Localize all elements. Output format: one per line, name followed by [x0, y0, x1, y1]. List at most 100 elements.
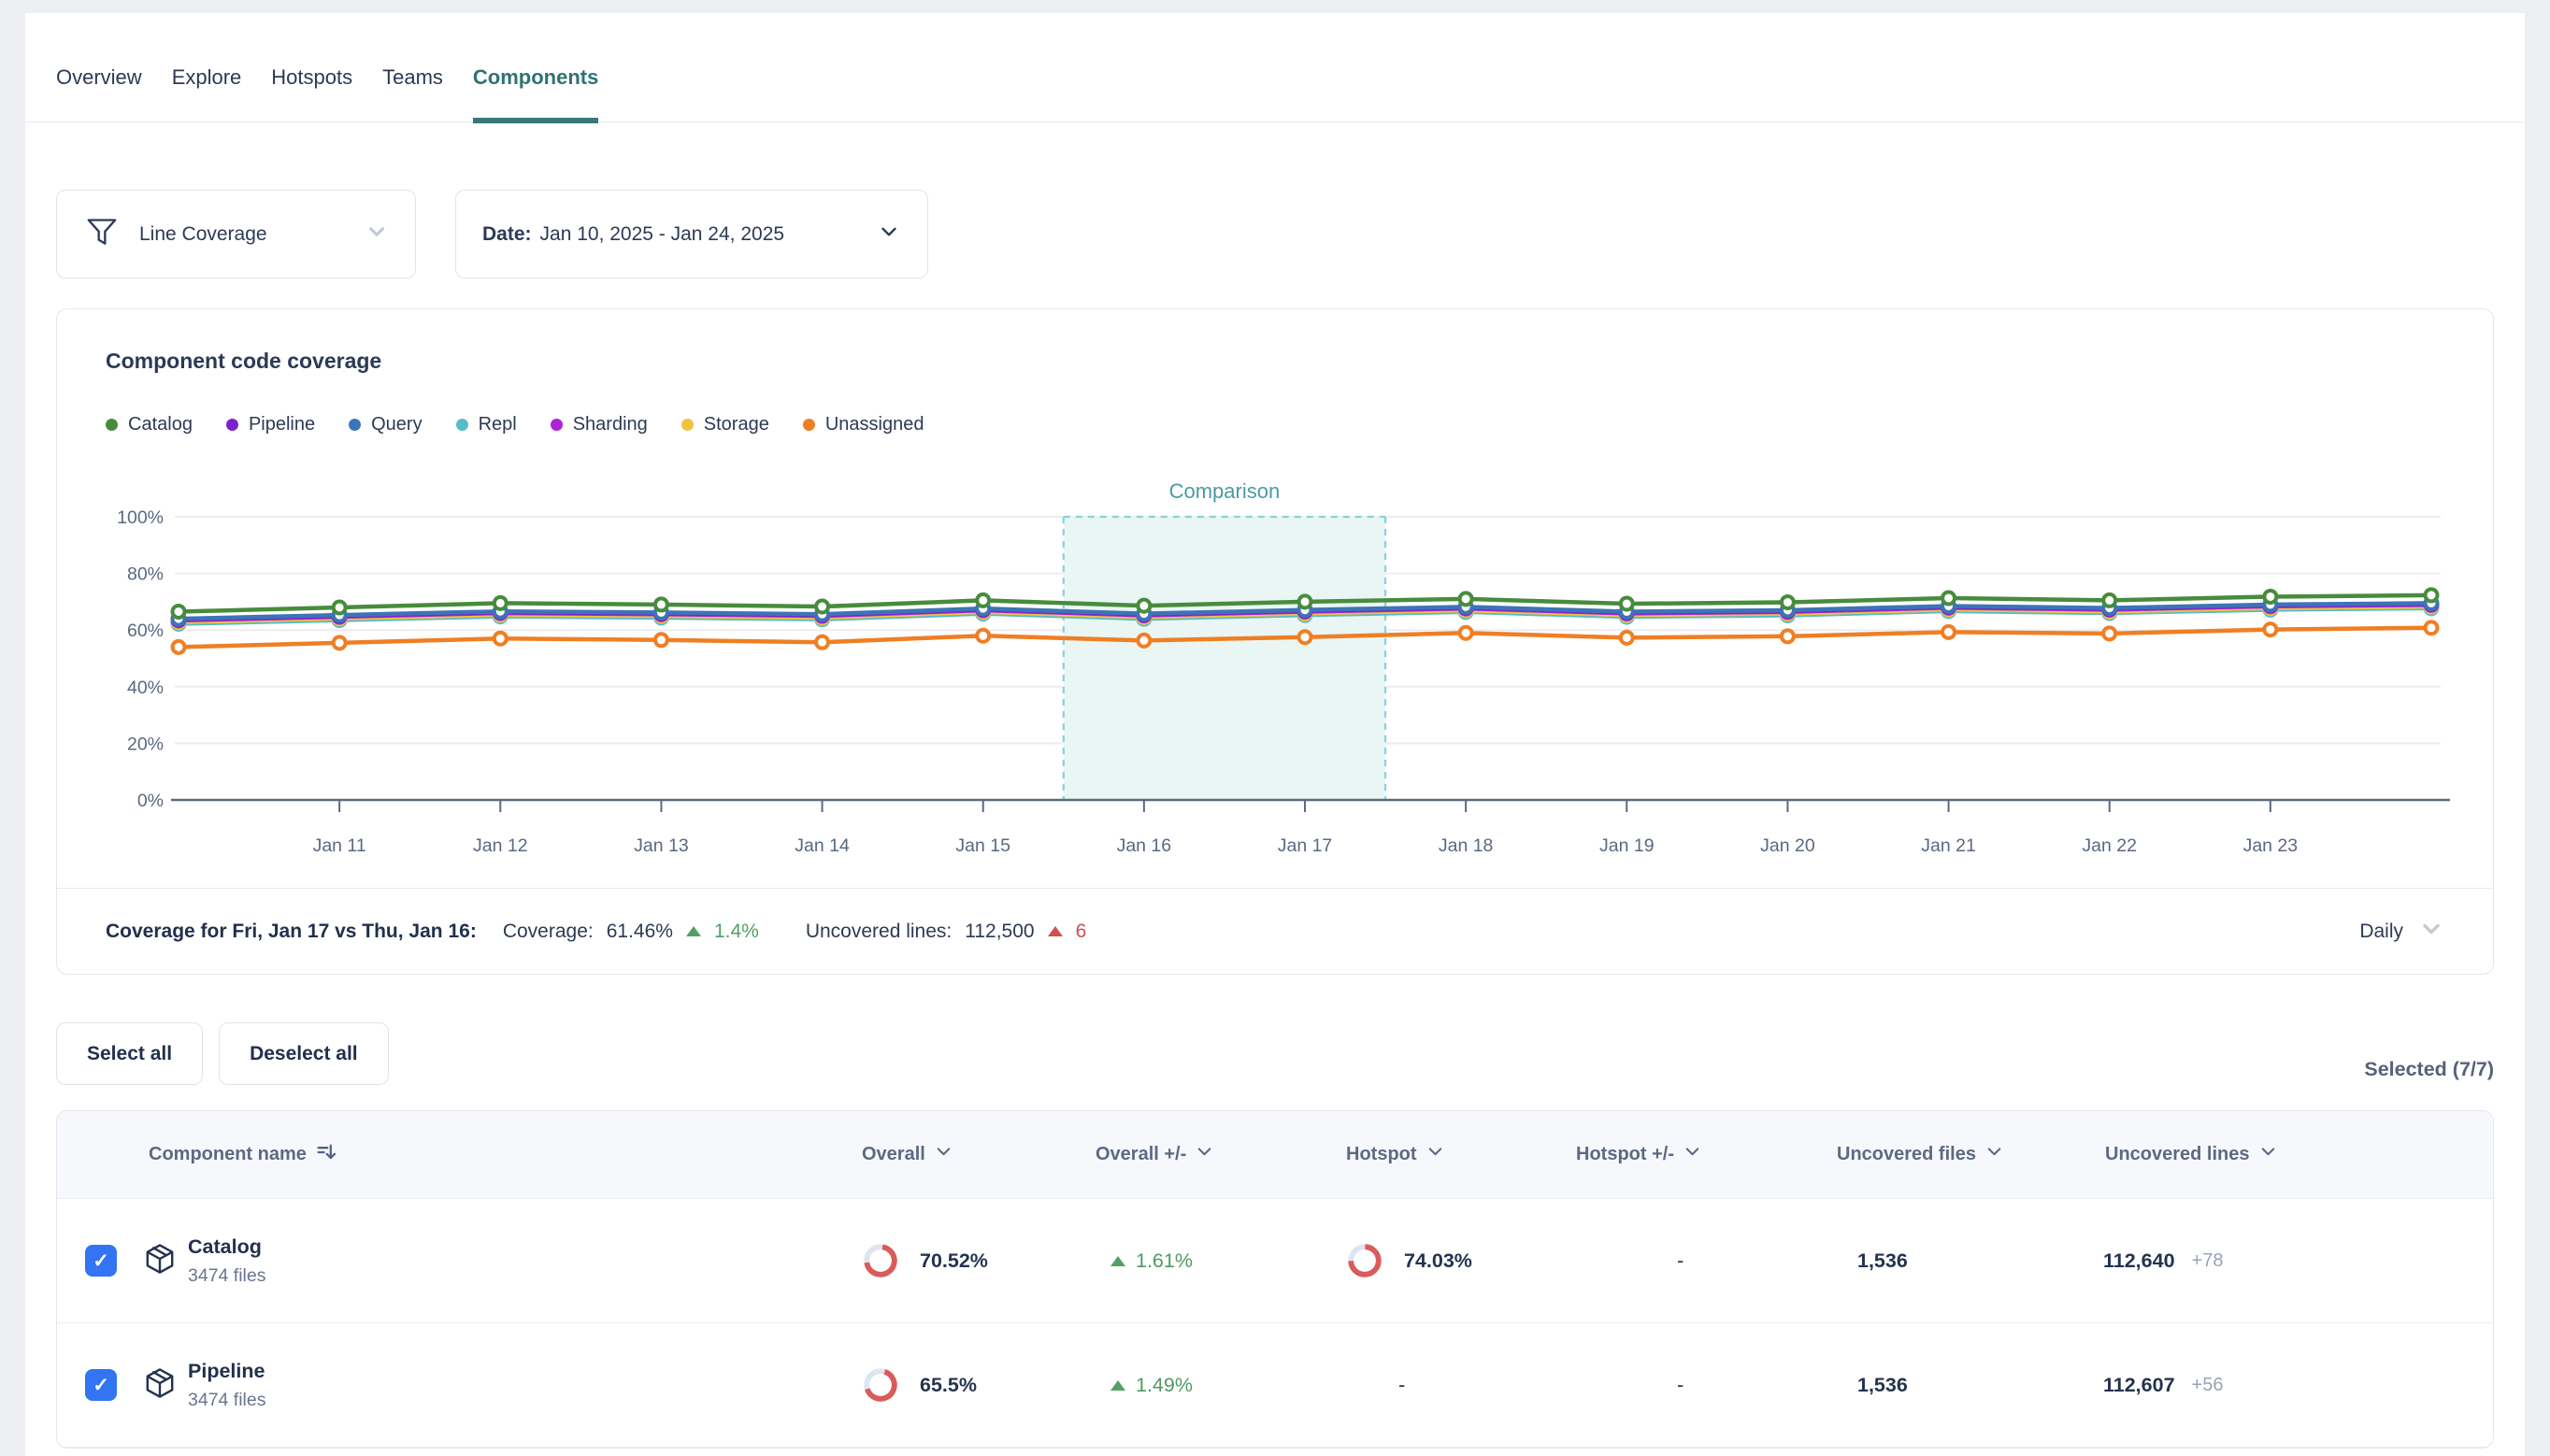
row-checkbox-cell: ✓	[57, 1323, 143, 1447]
component-name-block: Catalog 3474 files	[188, 1235, 265, 1287]
column-header-overall[interactable]: Overall	[856, 1111, 1090, 1198]
summary-uncovered-delta: 6	[1076, 921, 1087, 943]
chevron-down-icon	[365, 220, 389, 249]
coverage-donut-icon	[1348, 1244, 1382, 1278]
date-filter-prefix: Date:	[482, 223, 532, 246]
component-name-cell: Catalog 3474 files	[143, 1199, 856, 1322]
legend-item-sharding: Sharding	[551, 414, 648, 435]
tab-overview[interactable]: Overview	[56, 65, 142, 121]
x-tick-label: Jan 15	[955, 835, 1010, 856]
legend-dot-icon	[681, 419, 694, 431]
date-filter-dropdown[interactable]: Date: Jan 10, 2025 - Jan 24, 2025	[455, 190, 928, 278]
granularity-dropdown[interactable]: Daily	[2359, 916, 2444, 948]
selection-row: Select all Deselect all Selected (7/7)	[56, 1022, 2494, 1085]
x-tick-label: Jan 12	[473, 835, 528, 856]
component-name: Catalog	[188, 1235, 265, 1259]
legend-item-unassigned: Unassigned	[803, 414, 924, 435]
summary-label: Coverage for Fri, Jan 17 vs Thu, Jan 16:	[106, 921, 477, 943]
hotspot-cell: 74.03%	[1340, 1199, 1570, 1322]
chevron-down-icon	[1683, 1142, 1702, 1167]
hotspot-delta-cell: -	[1570, 1323, 1831, 1447]
legend-dot-icon	[803, 419, 815, 431]
legend-dot-icon	[226, 419, 238, 431]
y-tick-label: 0%	[137, 791, 164, 811]
date-filter-value: Jan 10, 2025 - Jan 24, 2025	[540, 223, 785, 246]
nav-tabs: Overview Explore Hotspots Teams Components	[25, 13, 2525, 122]
legend-dot-icon	[456, 419, 468, 431]
hotspot-delta-value: -	[1677, 1249, 1683, 1273]
coverage-donut-icon	[864, 1244, 897, 1278]
column-header-label: Component name	[149, 1144, 307, 1165]
uncovered-lines-value: 112,640	[2103, 1249, 2175, 1273]
legend-label: Pipeline	[249, 414, 315, 435]
row-checkbox[interactable]: ✓	[85, 1369, 117, 1401]
uncovered-files-value: 1,536	[1857, 1249, 1908, 1273]
component-file-count: 3474 files	[188, 1390, 265, 1411]
legend-item-query: Query	[349, 414, 422, 435]
hotspot-delta-cell: -	[1570, 1199, 1831, 1322]
up-arrow-icon	[1048, 926, 1063, 936]
row-checkbox-cell: ✓	[57, 1199, 143, 1322]
table-header-row: Component name Overall Overall +/- Hotspot H…	[57, 1111, 2493, 1199]
chart-summary-bar: Coverage for Fri, Jan 17 vs Thu, Jan 16:…	[57, 888, 2493, 974]
legend-label: Catalog	[128, 414, 193, 435]
x-tick-label: Jan 18	[1439, 835, 1494, 856]
overall-delta-cell: 1.61%	[1090, 1199, 1340, 1322]
column-header-label: Hotspot	[1346, 1144, 1417, 1165]
column-header-hotspot[interactable]: Hotspot	[1340, 1111, 1570, 1198]
tab-explore[interactable]: Explore	[172, 65, 242, 121]
up-arrow-icon	[686, 926, 701, 936]
row-checkbox[interactable]: ✓	[85, 1245, 117, 1277]
column-header-overall-[interactable]: Overall +/-	[1090, 1111, 1340, 1198]
metric-filter-label: Line Coverage	[139, 223, 267, 246]
dash-value: -	[1398, 1373, 1405, 1397]
summary-uncovered-value: 112,500	[965, 921, 1034, 943]
component-file-count: 3474 files	[188, 1265, 265, 1287]
legend-dot-icon	[349, 419, 361, 431]
overall-delta-cell: 1.49%	[1090, 1323, 1340, 1447]
x-tick-label: Jan 20	[1760, 835, 1815, 856]
component-name: Pipeline	[188, 1360, 265, 1383]
legend-label: Unassigned	[825, 414, 924, 435]
metric-filter-dropdown[interactable]: Line Coverage	[56, 190, 416, 278]
uncovered-files-cell: 1,536	[1831, 1323, 2099, 1447]
column-header-component-name[interactable]: Component name	[143, 1111, 856, 1198]
legend-dot-icon	[551, 419, 563, 431]
column-header-label: Uncovered lines	[2105, 1144, 2250, 1165]
column-header-uncovered-files[interactable]: Uncovered files	[1831, 1111, 2099, 1198]
column-header-hotspot-[interactable]: Hotspot +/-	[1570, 1111, 1831, 1198]
uncovered-lines-cell: 112,607 +56	[2099, 1323, 2493, 1447]
chevron-down-icon	[2418, 916, 2444, 948]
legend-dot-icon	[106, 419, 118, 431]
uncovered-files-cell: 1,536	[1831, 1199, 2099, 1322]
components-table: Component name Overall Overall +/- Hotspot H…	[56, 1110, 2494, 1449]
x-tick-label: Jan 13	[634, 835, 689, 856]
tab-teams[interactable]: Teams	[382, 65, 443, 121]
table-row-catalog[interactable]: ✓Catalog3474 files70.52%1.61%74.03%-1,53…	[57, 1199, 2493, 1323]
chevron-down-icon	[1984, 1142, 2004, 1167]
coverage-donut-icon	[864, 1368, 897, 1402]
summary-coverage-value: 61.46%	[607, 921, 673, 943]
uncovered-lines-value: 112,607	[2103, 1374, 2175, 1397]
legend-label: Sharding	[573, 414, 648, 435]
column-header-label: Overall +/-	[1096, 1144, 1186, 1165]
filter-bar: Line Coverage Date: Jan 10, 2025 - Jan 2…	[56, 190, 2494, 278]
y-tick-label: 40%	[127, 678, 164, 698]
up-arrow-icon	[1110, 1256, 1125, 1266]
uncovered-lines-delta: +56	[2192, 1375, 2224, 1396]
deselect-all-button[interactable]: Deselect all	[219, 1022, 389, 1085]
uncovered-lines-delta: +78	[2192, 1250, 2224, 1272]
component-coverage-card: Component code coverage CatalogPipelineQ…	[56, 308, 2494, 975]
x-tick-label: Jan 23	[2243, 835, 2299, 856]
summary-coverage-delta: 1.4%	[714, 921, 759, 943]
column-header-uncovered-lines[interactable]: Uncovered lines	[2099, 1111, 2493, 1198]
y-tick-label: 80%	[127, 564, 164, 585]
legend-item-catalog: Catalog	[106, 414, 193, 435]
overall-delta-value: 1.49%	[1136, 1374, 1193, 1397]
table-row-pipeline[interactable]: ✓Pipeline3474 files65.5%1.49%--1,536112,…	[57, 1323, 2493, 1448]
select-all-button[interactable]: Select all	[56, 1022, 203, 1085]
sort-icon	[315, 1141, 337, 1169]
legend-label: Storage	[704, 414, 769, 435]
tab-hotspots[interactable]: Hotspots	[271, 65, 352, 121]
tab-components[interactable]: Components	[473, 65, 598, 121]
